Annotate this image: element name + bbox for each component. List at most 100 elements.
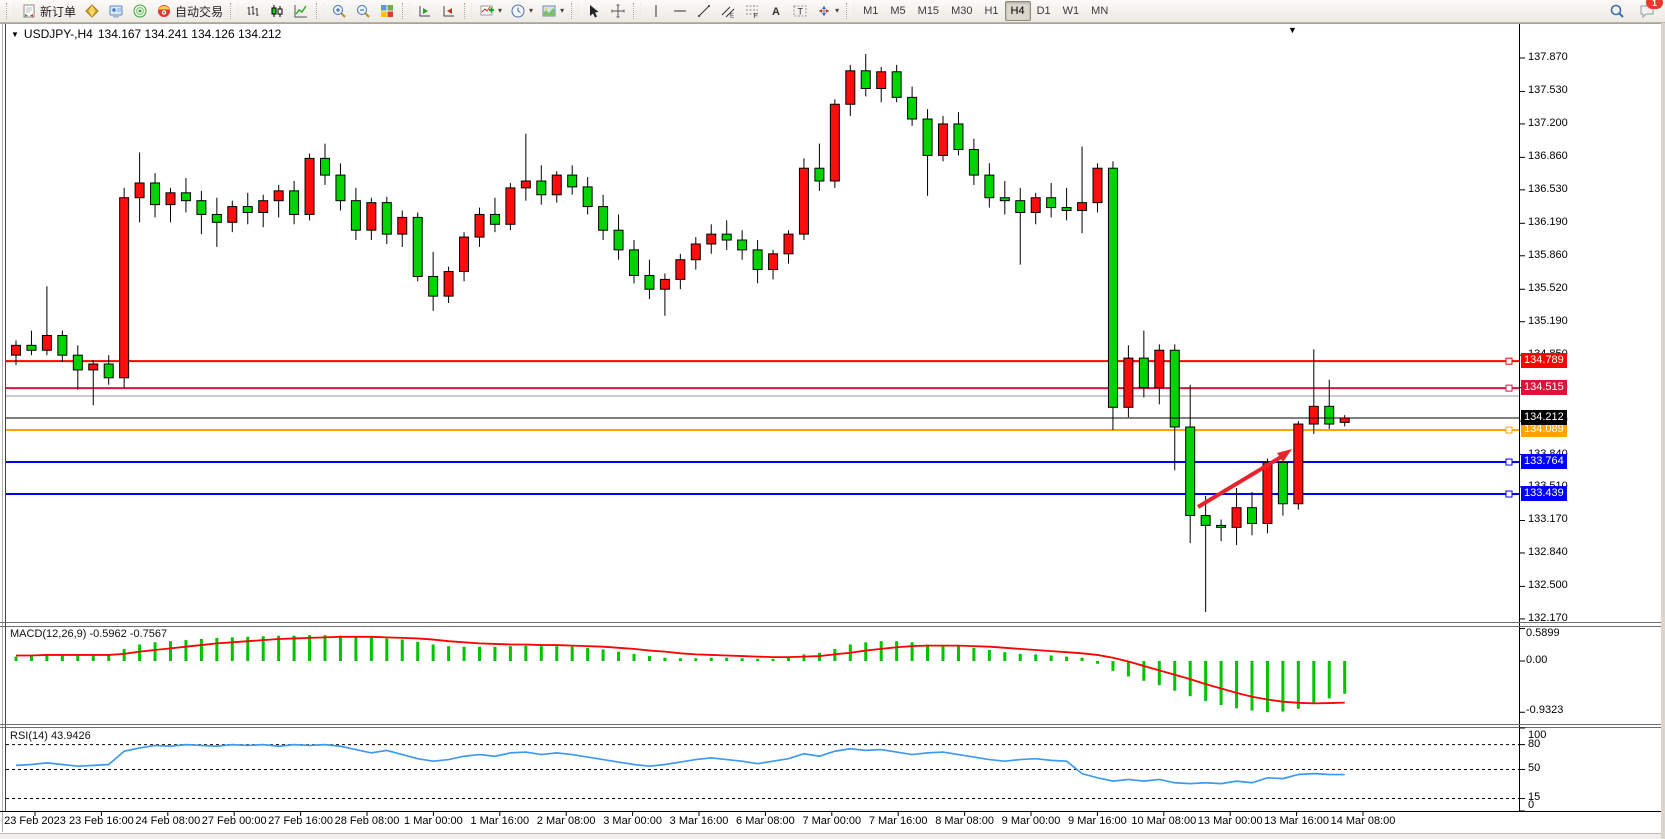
macd-histogram-bar bbox=[123, 649, 126, 661]
macd-histogram-bar bbox=[1003, 652, 1006, 661]
time-axis-label[interactable]: 24 Feb 08:00 bbox=[135, 815, 200, 827]
time-axis-label[interactable]: 1 Mar 00:00 bbox=[404, 815, 463, 827]
macd-histogram-bar bbox=[957, 646, 960, 661]
price-axis-label[interactable]: 135.860 bbox=[1528, 249, 1568, 262]
price-axis-label[interactable]: 132.840 bbox=[1528, 546, 1568, 559]
candle-body bbox=[521, 181, 530, 188]
time-axis-label[interactable]: 7 Mar 00:00 bbox=[802, 815, 861, 827]
time-axis-label[interactable]: 27 Feb 00:00 bbox=[202, 815, 267, 827]
line-handle[interactable] bbox=[1506, 358, 1512, 364]
line-handle[interactable] bbox=[1506, 427, 1512, 433]
candle-body bbox=[475, 214, 484, 237]
time-axis-label[interactable]: 9 Mar 16:00 bbox=[1068, 815, 1127, 827]
time-axis-label[interactable]: 23 Feb 2023 bbox=[4, 815, 66, 827]
candle-body bbox=[568, 175, 577, 187]
rsi-axis-label[interactable]: 80 bbox=[1528, 738, 1540, 751]
candle-body bbox=[89, 364, 98, 370]
line-handle[interactable] bbox=[1506, 385, 1512, 391]
price-line-label: 134.515 bbox=[1521, 380, 1567, 395]
candle-body bbox=[181, 193, 190, 201]
candle-body bbox=[877, 72, 886, 89]
candle-body bbox=[892, 72, 901, 98]
line-handle[interactable] bbox=[1506, 491, 1512, 497]
chart-title: ▼ USDJPY-,H4 134.167 134.241 134.126 134… bbox=[11, 27, 281, 41]
candle-body bbox=[1263, 462, 1272, 523]
candle-body bbox=[923, 119, 932, 155]
macd-histogram-bar bbox=[416, 642, 419, 661]
macd-histogram-bar bbox=[1328, 661, 1331, 698]
candle-body bbox=[104, 364, 113, 378]
candle-body bbox=[336, 175, 345, 201]
time-axis-label[interactable]: 7 Mar 16:00 bbox=[869, 815, 928, 827]
candle-body bbox=[722, 234, 731, 240]
macd-histogram-bar bbox=[911, 642, 914, 661]
chart-canvas[interactable] bbox=[0, 0, 1665, 839]
macd-histogram-bar bbox=[602, 649, 605, 661]
macd-histogram-bar bbox=[555, 646, 558, 661]
rsi-axis-label[interactable]: 50 bbox=[1528, 762, 1540, 775]
time-axis-label[interactable]: 3 Mar 16:00 bbox=[670, 815, 729, 827]
time-axis-label[interactable]: 13 Mar 16:00 bbox=[1264, 815, 1329, 827]
candle-body bbox=[676, 260, 685, 280]
candle-body bbox=[630, 250, 639, 276]
candle-body bbox=[1016, 201, 1025, 213]
price-axis-label[interactable]: 132.500 bbox=[1528, 579, 1568, 592]
macd-axis-label[interactable]: 0.5899 bbox=[1526, 627, 1560, 640]
time-axis-label[interactable]: 14 Mar 08:00 bbox=[1331, 815, 1396, 827]
macd-axis-label[interactable]: -0.9323 bbox=[1526, 704, 1563, 717]
macd-histogram-bar bbox=[1220, 661, 1223, 705]
candle-body bbox=[815, 168, 824, 181]
chart-symbol-period: USDJPY-,H4 bbox=[24, 27, 93, 41]
chart-shift-marker[interactable]: ▼ bbox=[1288, 25, 1297, 35]
line-handle[interactable] bbox=[1506, 459, 1512, 465]
price-axis-label[interactable]: 135.520 bbox=[1528, 282, 1568, 295]
rsi-pane-label: RSI(14) 43.9426 bbox=[10, 730, 91, 742]
price-axis-label[interactable]: 137.530 bbox=[1528, 84, 1568, 97]
macd-histogram-bar bbox=[926, 645, 929, 662]
time-axis-label[interactable]: 8 Mar 08:00 bbox=[935, 815, 994, 827]
price-axis-label[interactable]: 137.200 bbox=[1528, 117, 1568, 130]
macd-histogram-bar bbox=[215, 638, 218, 661]
candle-body bbox=[1186, 427, 1195, 516]
time-axis-label[interactable]: 3 Mar 00:00 bbox=[603, 815, 662, 827]
time-axis-label[interactable]: 27 Feb 16:00 bbox=[268, 815, 333, 827]
price-axis-label[interactable]: 136.860 bbox=[1528, 150, 1568, 163]
time-axis-label[interactable]: 9 Mar 00:00 bbox=[1002, 815, 1061, 827]
candle-body bbox=[985, 175, 994, 198]
rsi-line bbox=[16, 745, 1345, 784]
time-axis-label[interactable]: 6 Mar 08:00 bbox=[736, 815, 795, 827]
time-axis-label[interactable]: 10 Mar 08:00 bbox=[1131, 815, 1196, 827]
macd-histogram-bar bbox=[895, 641, 898, 661]
macd-histogram-bar bbox=[864, 642, 867, 661]
candle-body bbox=[1232, 508, 1241, 528]
candle-body bbox=[351, 201, 360, 231]
macd-histogram-bar bbox=[1312, 661, 1315, 704]
time-axis-label[interactable]: 13 Mar 00:00 bbox=[1198, 815, 1263, 827]
candle-body bbox=[212, 214, 221, 222]
chart-title-caret[interactable]: ▼ bbox=[11, 30, 19, 39]
price-axis-label[interactable]: 137.870 bbox=[1528, 51, 1568, 64]
price-axis-label[interactable]: 132.170 bbox=[1528, 612, 1568, 625]
price-axis-label[interactable]: 136.530 bbox=[1528, 183, 1568, 196]
macd-axis-label[interactable]: 0.00 bbox=[1526, 654, 1547, 667]
macd-histogram-bar bbox=[354, 637, 357, 661]
candle-body bbox=[413, 217, 422, 276]
macd-histogram-bar bbox=[1034, 654, 1037, 661]
time-axis-label[interactable]: 1 Mar 16:00 bbox=[470, 815, 529, 827]
time-axis-label[interactable]: 23 Feb 16:00 bbox=[69, 815, 134, 827]
rsi-axis-label[interactable]: 0 bbox=[1528, 799, 1534, 812]
price-axis-label[interactable]: 135.190 bbox=[1528, 315, 1568, 328]
candle-body bbox=[274, 191, 283, 201]
price-axis-label[interactable]: 133.170 bbox=[1528, 513, 1568, 526]
candle-body bbox=[738, 240, 747, 250]
macd-histogram-bar bbox=[308, 635, 311, 661]
time-axis-label[interactable]: 28 Feb 08:00 bbox=[335, 815, 400, 827]
candle-body bbox=[908, 97, 917, 119]
bid-price-label: 134.212 bbox=[1521, 410, 1567, 425]
price-axis-label[interactable]: 136.190 bbox=[1528, 216, 1568, 229]
candle-body bbox=[506, 188, 515, 224]
macd-histogram-bar bbox=[1050, 656, 1053, 662]
candle-body bbox=[969, 150, 978, 176]
price-line-label: 133.439 bbox=[1521, 486, 1567, 501]
time-axis-label[interactable]: 2 Mar 08:00 bbox=[537, 815, 596, 827]
